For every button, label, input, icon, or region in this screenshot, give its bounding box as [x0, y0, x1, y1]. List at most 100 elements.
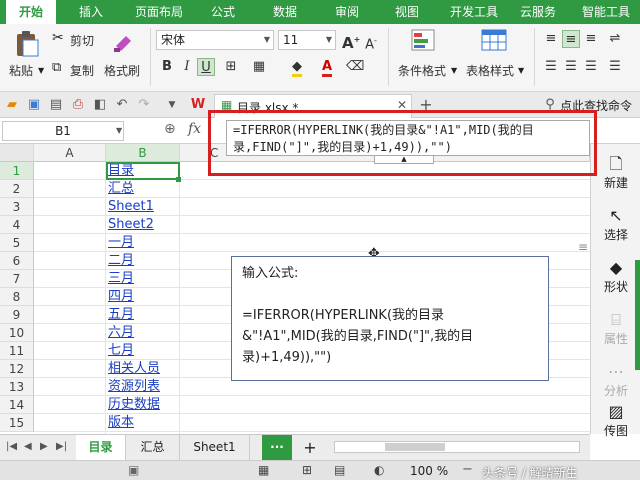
more-sheets-button[interactable]: ···: [262, 435, 292, 460]
hyperlink-cell[interactable]: Sheet1: [106, 198, 180, 216]
page-break-view-icon[interactable]: ⊞: [302, 463, 312, 477]
hyperlink-cell[interactable]: 六月: [106, 324, 180, 342]
chevron-down-icon[interactable]: ▼: [518, 66, 524, 75]
column-header[interactable]: B: [106, 144, 180, 162]
zoom-level[interactable]: 100 %: [410, 464, 448, 478]
merge-icon[interactable]: ▦: [250, 58, 268, 76]
side-upload-image-button[interactable]: ▨ 传图: [591, 402, 640, 439]
align-center-icon[interactable]: ☰: [562, 58, 580, 76]
zoom-icon[interactable]: ⊕: [164, 121, 176, 137]
underline-icon[interactable]: U: [197, 58, 215, 76]
font-color-icon[interactable]: A: [318, 58, 336, 77]
row-header[interactable]: 15: [0, 414, 34, 432]
font-name-select[interactable]: 宋体 ▼: [156, 30, 274, 50]
conditional-format-icon[interactable]: [410, 28, 438, 54]
sheet-tab-sheet1[interactable]: Sheet1: [180, 435, 250, 460]
conditional-format-button[interactable]: 条件格式: [398, 62, 446, 79]
side-properties-button[interactable]: ⌸ 属性: [591, 310, 640, 347]
hyperlink-cell[interactable]: 七月: [106, 342, 180, 360]
hyperlink-cell[interactable]: 版本: [106, 414, 180, 432]
eye-protection-icon[interactable]: ◐: [374, 463, 384, 477]
wrap-text-icon[interactable]: ⇌: [606, 30, 624, 48]
tab-cloud[interactable]: 云服务: [512, 0, 564, 24]
side-shape-button[interactable]: ◆ 形状: [591, 258, 640, 295]
save-icon[interactable]: ▣: [26, 97, 42, 113]
row-header[interactable]: 11: [0, 342, 34, 360]
copy-button[interactable]: 复制: [70, 62, 94, 79]
scrollbar-thumb[interactable]: [385, 443, 445, 451]
tab-review[interactable]: 审阅: [324, 0, 370, 24]
last-sheet-icon[interactable]: ▶|: [56, 441, 67, 452]
row-header[interactable]: 9: [0, 306, 34, 324]
format-painter-button[interactable]: 格式刷: [104, 62, 140, 79]
hyperlink-cell[interactable]: 四月: [106, 288, 180, 306]
align-right-icon[interactable]: ☰: [582, 58, 600, 76]
hyperlink-cell[interactable]: Sheet2: [106, 216, 180, 234]
open-folder-icon[interactable]: ▰: [4, 97, 20, 113]
font-size-select[interactable]: 11 ▼: [278, 30, 336, 50]
hyperlink-cell[interactable]: 一月: [106, 234, 180, 252]
page-layout-view-icon[interactable]: ▤: [334, 463, 345, 477]
align-bottom-icon[interactable]: ≡: [582, 30, 600, 48]
hyperlink-cell[interactable]: 三月: [106, 270, 180, 288]
justify-icon[interactable]: ☰: [606, 58, 624, 76]
side-select-button[interactable]: ↖ 选择: [591, 206, 640, 243]
customize-dropdown-icon[interactable]: ▼: [164, 97, 180, 113]
prev-sheet-icon[interactable]: ◀: [24, 441, 32, 452]
fill-color-icon[interactable]: ◆: [288, 58, 306, 77]
fill-handle[interactable]: [176, 177, 181, 182]
sheet-tab-summary[interactable]: 汇总: [126, 435, 180, 460]
scissors-icon[interactable]: ✂: [52, 30, 64, 46]
first-sheet-icon[interactable]: |◀: [6, 441, 17, 452]
cut-button[interactable]: 剪切: [70, 32, 94, 49]
italic-icon[interactable]: I: [178, 58, 196, 76]
row-header[interactable]: 5: [0, 234, 34, 252]
align-middle-icon[interactable]: ≡: [562, 30, 580, 48]
hyperlink-cell[interactable]: 相关人员: [106, 360, 180, 378]
copy-icon[interactable]: ⧉: [52, 60, 61, 75]
next-sheet-icon[interactable]: ▶: [40, 441, 48, 452]
chevron-down-icon[interactable]: ▼: [451, 66, 457, 75]
redo-icon[interactable]: ↷: [136, 97, 152, 113]
select-all-corner[interactable]: [0, 144, 34, 162]
name-box-dropdown-icon[interactable]: ▼: [116, 126, 122, 135]
row-header[interactable]: 14: [0, 396, 34, 414]
hyperlink-cell[interactable]: 汇总: [106, 180, 180, 198]
tab-insert[interactable]: 插入: [66, 0, 116, 24]
tab-formulas[interactable]: 公式: [200, 0, 246, 24]
table-style-button[interactable]: 表格样式: [466, 62, 514, 79]
preview-icon[interactable]: ◧: [92, 97, 108, 113]
row-header[interactable]: 12: [0, 360, 34, 378]
normal-view-icon[interactable]: ▦: [258, 463, 269, 477]
align-left-icon[interactable]: ☰: [542, 58, 560, 76]
hyperlink-cell[interactable]: 历史数据: [106, 396, 180, 414]
vertical-splitter-icon[interactable]: ≡: [578, 240, 588, 254]
hyperlink-cell[interactable]: 二月: [106, 252, 180, 270]
fx-label[interactable]: fx: [188, 121, 201, 137]
tab-developer[interactable]: 开发工具: [444, 0, 504, 24]
row-header[interactable]: 6: [0, 252, 34, 270]
tab-page-layout[interactable]: 页面布局: [126, 0, 192, 24]
tab-smart-tools[interactable]: 智能工具: [572, 0, 640, 24]
row-header[interactable]: 3: [0, 198, 34, 216]
tab-view[interactable]: 视图: [384, 0, 430, 24]
sheet-tab-directory[interactable]: 目录: [76, 435, 126, 460]
tab-data[interactable]: 数据: [262, 0, 308, 24]
export-pdf-icon[interactable]: ▤: [48, 97, 64, 113]
table-style-icon[interactable]: [480, 28, 508, 54]
print-icon[interactable]: ⎙: [70, 97, 86, 113]
zoom-out-icon[interactable]: −: [462, 462, 473, 477]
row-header[interactable]: 2: [0, 180, 34, 198]
grow-font-icon[interactable]: A+: [342, 31, 360, 52]
hyperlink-cell[interactable]: 资源列表: [106, 378, 180, 396]
format-painter-icon[interactable]: [112, 30, 136, 54]
align-top-icon[interactable]: ≡: [542, 30, 560, 48]
shrink-font-icon[interactable]: A-: [362, 32, 380, 52]
panel-scroll-indicator[interactable]: [635, 260, 640, 370]
row-header[interactable]: 1: [0, 162, 34, 180]
add-sheet-icon[interactable]: +: [298, 435, 322, 460]
side-analysis-button[interactable]: ⋯ 分析: [591, 362, 640, 399]
paste-dropdown-icon[interactable]: ▼: [38, 66, 44, 75]
clear-format-icon[interactable]: ⌫: [346, 58, 364, 76]
bold-icon[interactable]: B: [158, 58, 176, 76]
